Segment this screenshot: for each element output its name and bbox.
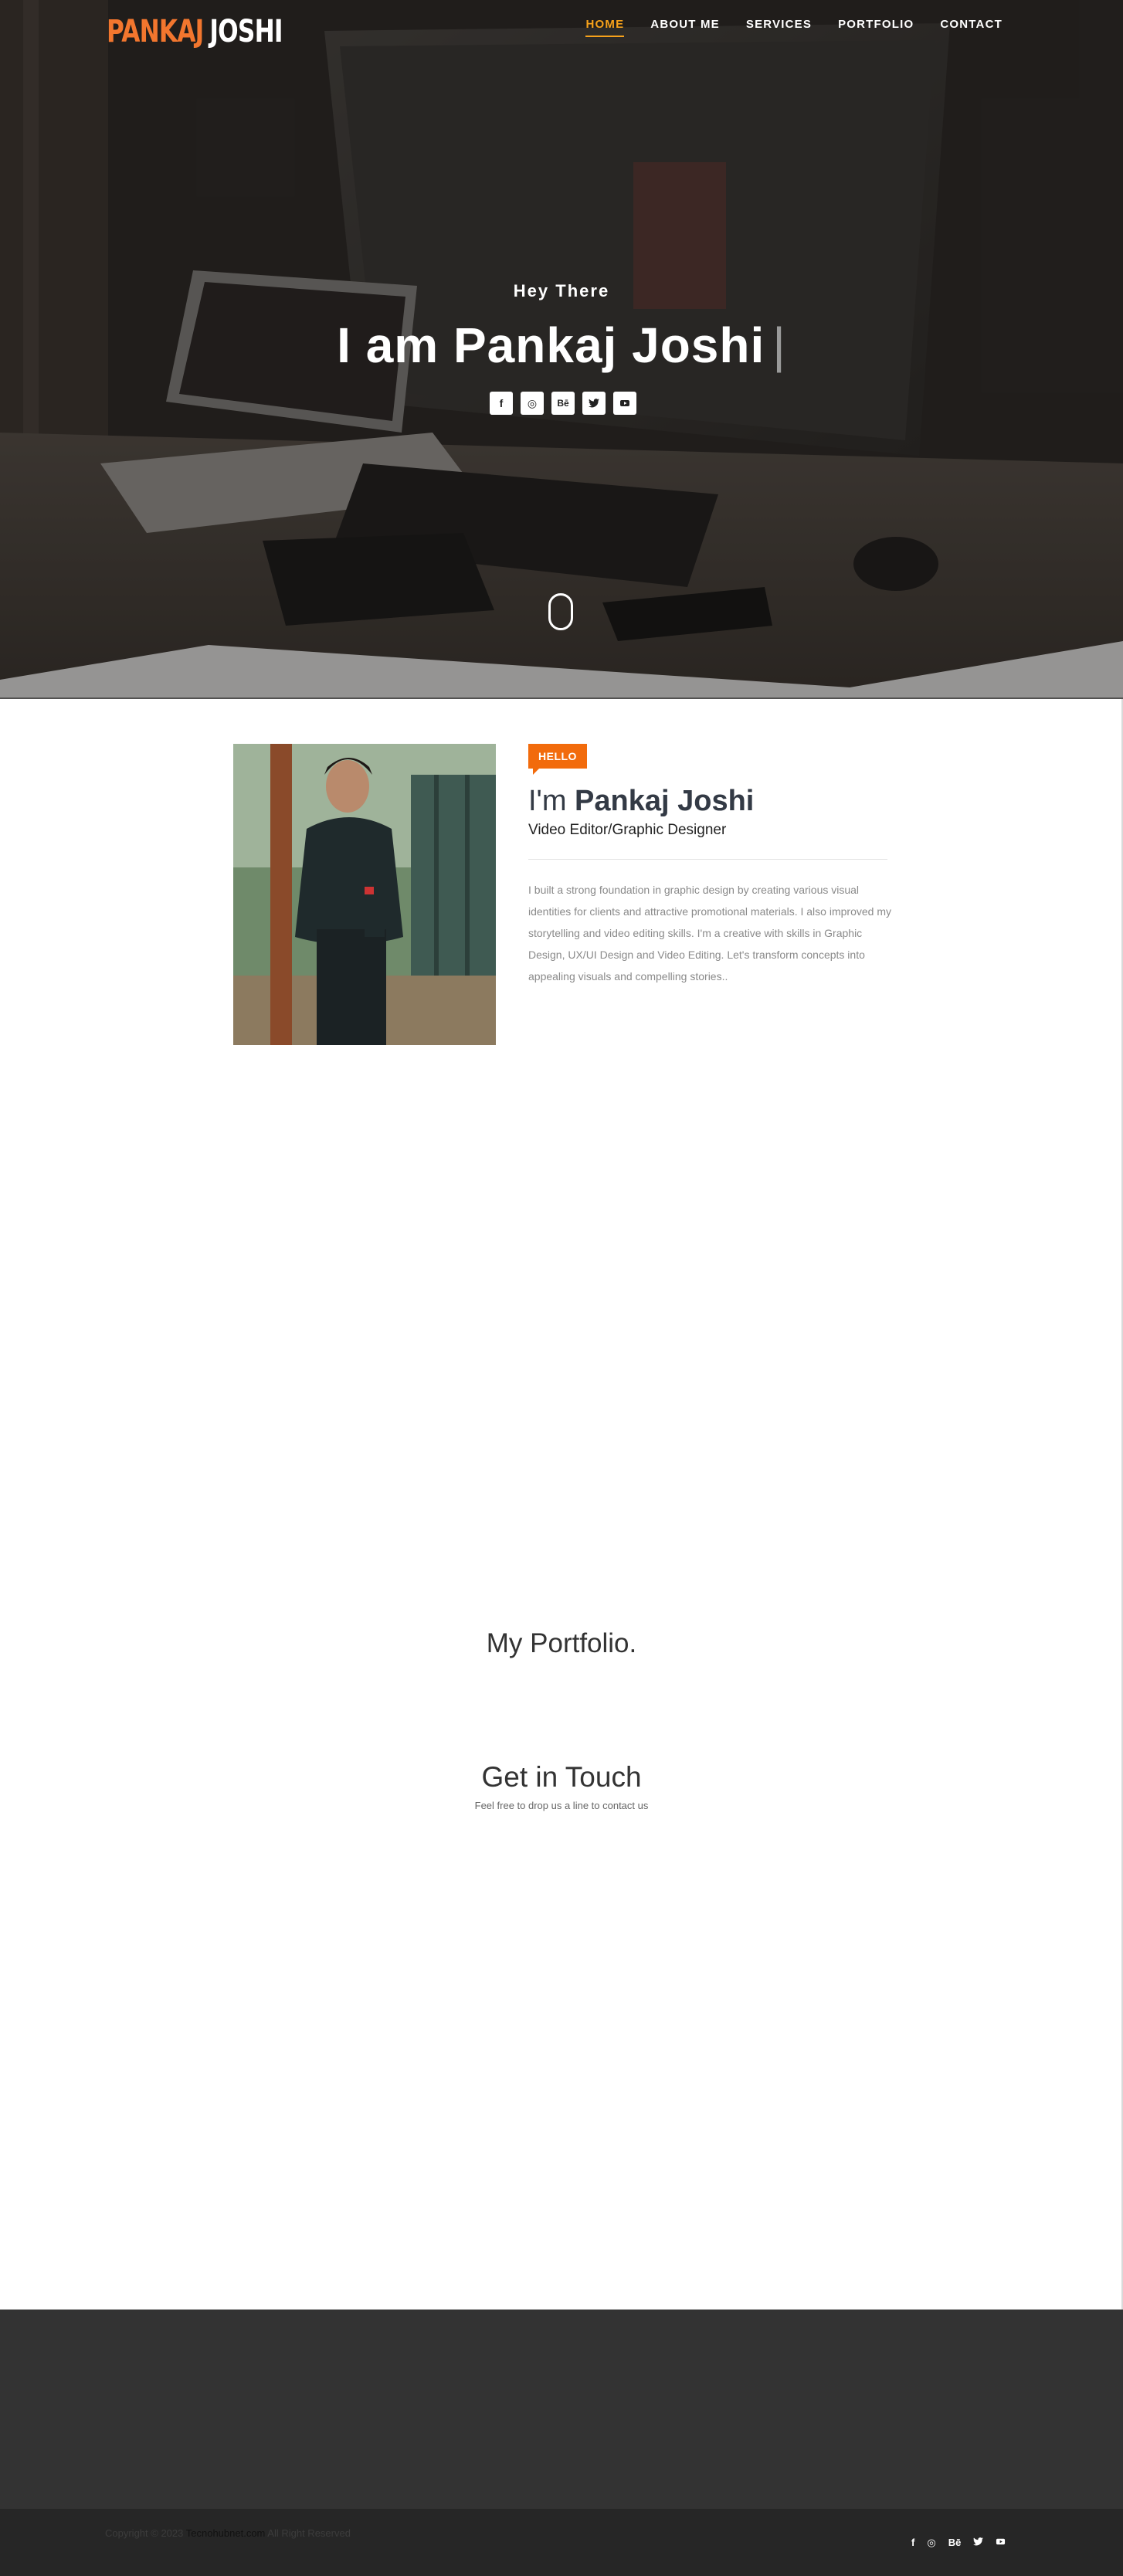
brand-last-name: JOSHI <box>209 14 283 49</box>
footer-social-links: f ◎ Bē <box>911 2537 1006 2549</box>
twitter-icon[interactable] <box>582 392 606 415</box>
youtube-icon[interactable] <box>996 2537 1006 2549</box>
facebook-icon[interactable]: f <box>490 392 513 415</box>
twitter-bird-glyph <box>973 2537 984 2546</box>
about-name: Pankaj Joshi <box>575 785 755 817</box>
instagram-icon[interactable]: ◎ <box>927 2537 935 2549</box>
youtube-glyph <box>996 2538 1006 2545</box>
brand-logo[interactable]: PANKAJ JOSHI <box>107 14 283 49</box>
copyright: Copyright © 2023 Tecnohubnet.com All Rig… <box>105 2527 351 2539</box>
contact-subtitle: Feel free to drop us a line to contact u… <box>474 1800 649 1811</box>
nav-menu: HOME ABOUT ME SERVICES PORTFOLIO CONTACT <box>585 18 1003 37</box>
about-name-prefix: I'm <box>528 785 567 817</box>
profile-photo-image <box>233 744 496 1045</box>
hero-title-text: I am Pankaj Joshi <box>337 317 765 373</box>
nav-item-contact[interactable]: CONTACT <box>940 18 1003 37</box>
twitter-icon[interactable] <box>973 2537 984 2549</box>
nav-item-home[interactable]: HOME <box>585 18 625 37</box>
hero-social-links: f ◎ Bē <box>490 392 636 415</box>
hero-text: Hey There I am Pankaj Joshi | <box>0 281 1123 374</box>
copyright-link[interactable]: Tecnohubnet.com <box>186 2527 266 2539</box>
hero-section: PANKAJ JOSHI HOME ABOUT ME SERVICES PORTF… <box>0 0 1123 699</box>
footer <box>0 2310 1123 2509</box>
about-heading: I'm Pankaj Joshi <box>528 785 754 818</box>
hero-subtitle: Hey There <box>513 281 610 300</box>
instagram-icon[interactable]: ◎ <box>521 392 544 415</box>
youtube-icon[interactable] <box>613 392 636 415</box>
nav-item-about-me[interactable]: ABOUT ME <box>650 18 720 37</box>
portfolio-title: My Portfolio. <box>486 1628 637 1658</box>
twitter-bird-glyph <box>589 399 599 408</box>
about-divider <box>528 859 887 860</box>
facebook-icon[interactable]: f <box>911 2537 914 2549</box>
behance-icon[interactable]: Bē <box>948 2537 962 2549</box>
hello-tag: HELLO <box>528 744 587 775</box>
typing-cursor: | <box>772 317 786 373</box>
contact-title: Get in Touch <box>481 1761 642 1793</box>
nav-item-portfolio[interactable]: PORTFOLIO <box>838 18 914 37</box>
brand-first-name: PANKAJ <box>107 14 204 49</box>
youtube-glyph <box>620 400 629 406</box>
copyright-prefix: Copyright © 2023 <box>105 2527 184 2539</box>
nav-item-services[interactable]: SERVICES <box>746 18 812 37</box>
hero-title: I am Pankaj Joshi | <box>0 317 1123 374</box>
scroll-down-mouse-icon[interactable] <box>548 593 573 630</box>
about-role: Video Editor/Graphic Designer <box>528 822 727 838</box>
profile-photo <box>233 744 496 1045</box>
copyright-suffix: All Right Reserved <box>267 2527 351 2539</box>
about-bio: I built a strong foundation in graphic d… <box>528 884 891 983</box>
top-nav: PANKAJ JOSHI HOME ABOUT ME SERVICES PORTF… <box>0 0 1123 51</box>
behance-icon[interactable]: Bē <box>551 392 575 415</box>
